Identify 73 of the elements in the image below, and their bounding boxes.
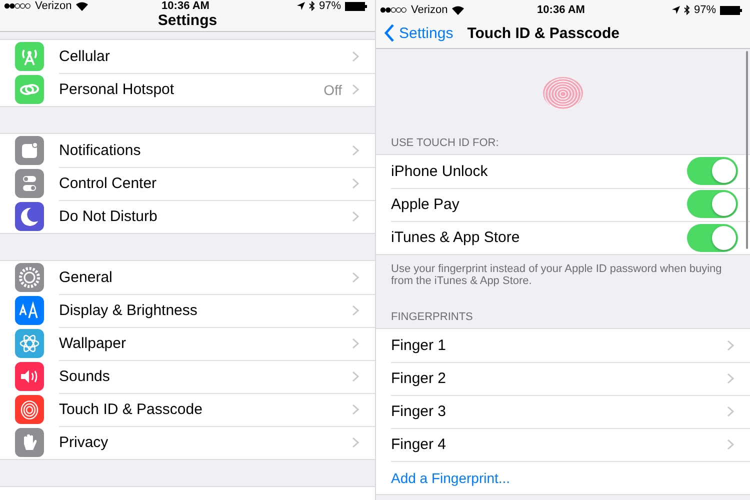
battery-percent: 97% <box>694 4 716 16</box>
chevron-icon <box>352 437 359 448</box>
footer-note: Use your fingerprint instead of your Apple ID password when buying from the iTunes & App Store. <box>391 263 723 287</box>
section-header: USE TOUCH ID FOR: <box>390 137 500 151</box>
fingerprint-row[interactable]: Finger 3 <box>376 395 750 428</box>
wifi-icon <box>76 2 88 10</box>
screen-title: Touch ID & Passcode <box>467 24 620 42</box>
settings-row[interactable]: Control Center <box>0 167 375 200</box>
moon-icon <box>15 202 44 231</box>
clock-time: 10:36 AM <box>162 0 210 12</box>
fingerprint-icon <box>15 395 44 424</box>
toggle-label: iTunes & App Store <box>391 229 521 246</box>
settings-row[interactable]: Display & Brightness <box>0 294 375 327</box>
chevron-icon <box>727 340 734 350</box>
clock-time: 10:36 AM <box>537 4 585 16</box>
add-fingerprint-link[interactable]: Add a Fingerprint... <box>391 470 510 486</box>
toggle-switch[interactable] <box>687 224 738 252</box>
chevron-icon <box>352 272 359 282</box>
flower-icon <box>15 329 44 358</box>
notification-icon <box>15 136 44 165</box>
location-icon <box>296 2 305 10</box>
hand-icon <box>15 428 44 457</box>
row-value: Off <box>324 82 342 98</box>
fingerprint-row[interactable]: Finger 2 <box>376 362 750 395</box>
bluetooth-icon <box>308 1 315 11</box>
screen-title: Settings <box>158 12 218 29</box>
signal-icon <box>380 7 407 13</box>
signal-icon <box>4 3 31 9</box>
carrier-name: Verizon <box>411 4 448 16</box>
fingerprint-row[interactable]: Finger 4 <box>376 428 750 461</box>
battery-icon <box>720 6 742 14</box>
fingerprint-icon <box>543 77 583 109</box>
gear-icon <box>15 263 44 292</box>
fingerprint-row[interactable]: Finger 1 <box>376 329 750 362</box>
battery-icon <box>344 2 367 10</box>
chevron-icon <box>352 178 359 188</box>
settings-row[interactable]: Notifications <box>0 134 375 167</box>
chevron-icon <box>727 372 734 384</box>
chevron-icon <box>352 404 359 414</box>
settings-row[interactable]: Sounds <box>0 360 375 393</box>
bluetooth-icon <box>684 5 690 15</box>
back-button[interactable]: Settings <box>384 24 454 42</box>
toggle-label: iPhone Unlock <box>391 162 489 180</box>
back-chevron-icon <box>384 24 395 42</box>
settings-row[interactable]: Wallpaper <box>0 327 375 360</box>
settings-row[interactable]: Privacy <box>0 426 375 459</box>
chevron-icon <box>727 438 734 450</box>
toggles-icon <box>15 169 44 198</box>
settings-row[interactable]: Cellular <box>0 40 375 73</box>
link-icon <box>15 75 44 104</box>
carrier-name: Verizon <box>35 0 72 12</box>
chevron-icon <box>352 370 359 382</box>
chevron-icon <box>352 144 359 156</box>
chevron-icon <box>727 406 734 416</box>
speaker-icon <box>15 362 44 391</box>
text-size-icon <box>15 296 44 325</box>
settings-row[interactable]: Personal Hotspot Off <box>0 73 375 106</box>
section-header: FINGERPRINTS <box>390 311 474 325</box>
chevron-icon <box>352 84 359 95</box>
chevron-icon <box>352 338 359 348</box>
settings-row[interactable]: Touch ID & Passcode <box>0 393 375 426</box>
chevron-icon <box>352 50 359 62</box>
toggle-switch[interactable] <box>687 157 738 185</box>
chevron-icon <box>352 304 359 316</box>
settings-row[interactable]: General <box>0 261 375 294</box>
settings-row[interactable]: Do Not Disturb <box>0 200 375 233</box>
antenna-icon <box>15 42 44 71</box>
battery-percent: 97% <box>318 0 341 12</box>
toggle-label: Apple Pay <box>391 196 460 212</box>
toggle-switch[interactable] <box>687 190 738 218</box>
wifi-icon <box>452 6 464 14</box>
location-icon <box>672 6 680 14</box>
chevron-icon <box>352 211 359 222</box>
